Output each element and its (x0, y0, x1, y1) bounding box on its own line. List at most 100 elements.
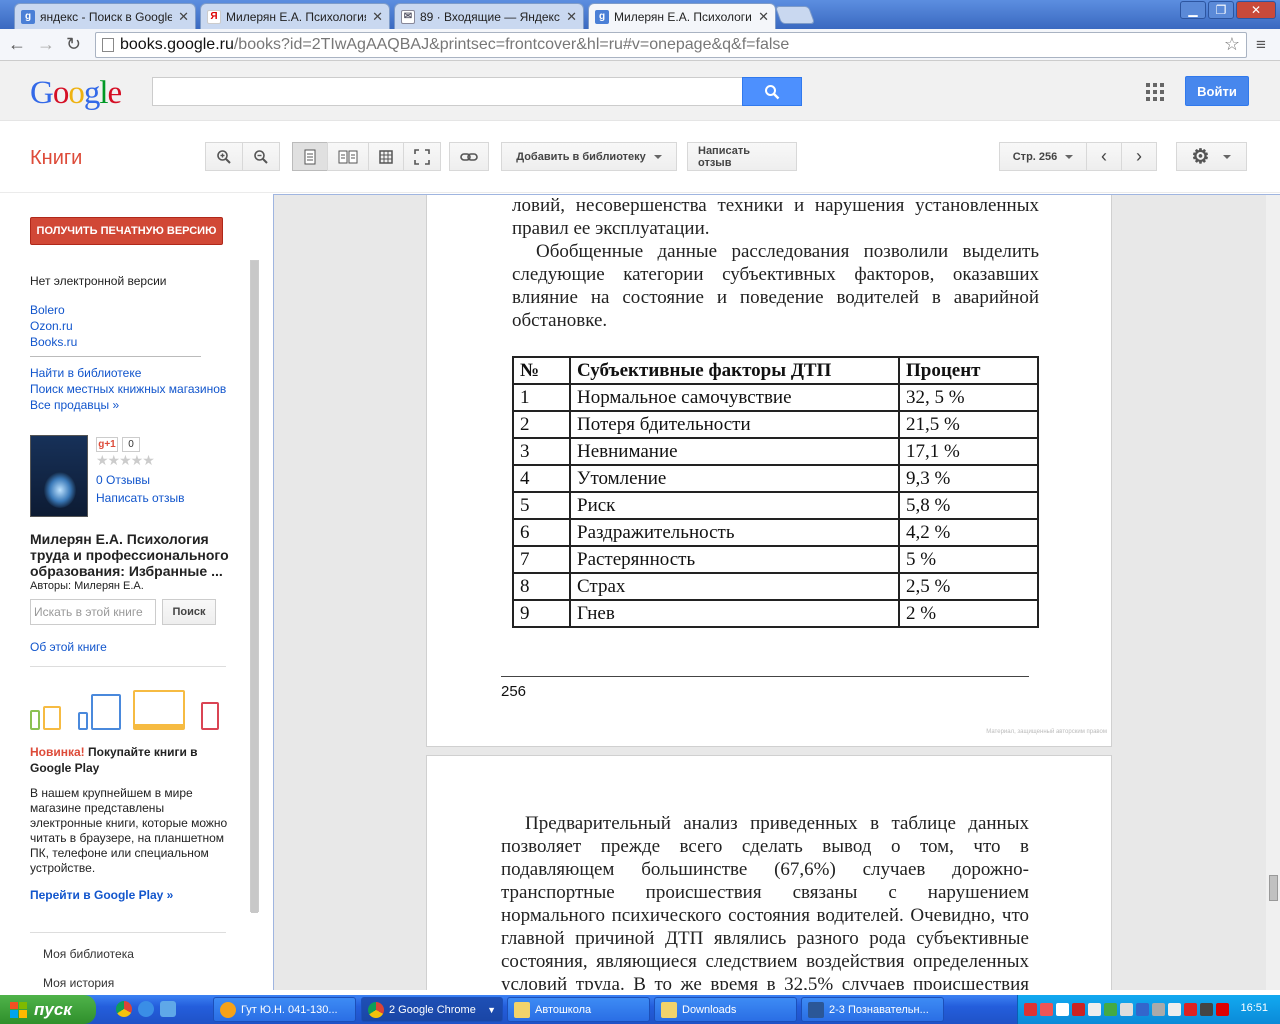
taskbar-item-label: 2 Google Chrome (389, 1003, 476, 1016)
viewer-scrollbar[interactable] (1266, 195, 1280, 990)
start-button[interactable]: пуск (0, 995, 96, 1024)
table-cell: Растерянность (569, 545, 900, 574)
search-in-book-button[interactable]: Поиск (162, 599, 216, 625)
page-footer-rule (501, 676, 1029, 677)
seller-link-bolero[interactable]: Bolero (30, 303, 65, 317)
volume-icon[interactable] (1152, 1003, 1165, 1016)
new-tab-button[interactable] (774, 6, 816, 24)
tray-icon[interactable] (1024, 1003, 1037, 1016)
scrollbar-thumb[interactable] (1269, 875, 1278, 901)
go-to-google-play-link[interactable]: Перейти в Google Play » (30, 888, 173, 902)
gear-icon: ⚙ (1191, 146, 1210, 168)
tray-icon[interactable] (1200, 1003, 1213, 1016)
taskbar-item-label: Автошкола (535, 1003, 592, 1016)
google-logo[interactable]: Google (30, 75, 122, 112)
next-page-button[interactable]: › (1121, 142, 1157, 171)
internet-explorer-icon[interactable] (138, 1001, 154, 1017)
tray-icon[interactable] (1216, 1003, 1229, 1016)
book-title: Милерян Е.А. Психология труда и професси… (30, 531, 229, 579)
find-in-library-link[interactable]: Найти в библиотеке (30, 366, 141, 380)
close-icon[interactable]: ✕ (372, 9, 383, 25)
single-page-view-button[interactable] (292, 142, 328, 171)
table-cell: 7 (512, 545, 571, 574)
google-play-devices (30, 684, 222, 730)
apps-grid-icon[interactable] (1146, 83, 1164, 101)
my-history-link[interactable]: Моя история (43, 976, 114, 990)
page-select-dropdown[interactable]: Стр. 256 (999, 142, 1087, 171)
table-row: 2 Потеря бдительности 21,5 % (512, 410, 1039, 439)
my-library-link[interactable]: Моя библиотека (43, 947, 134, 961)
thumbnail-view-button[interactable] (368, 142, 404, 171)
about-book-link[interactable]: Об этой книге (30, 640, 107, 654)
add-to-library-button[interactable]: Добавить в библиотеку (501, 142, 677, 171)
tab-yandex-mail[interactable]: ✉ 89 · Входящие — Яндекс.П ✕ (394, 3, 584, 29)
restore-button[interactable]: ❐ (1208, 1, 1234, 19)
antivirus-icon[interactable] (1072, 1003, 1085, 1016)
close-icon[interactable]: ✕ (566, 9, 577, 25)
tab-title: Милерян Е.А. Психология т (614, 9, 753, 24)
taskbar-item-chrome[interactable]: 2 Google Chrome ▼ (361, 997, 503, 1022)
tray-icon[interactable] (1184, 1003, 1197, 1016)
desktop-icon[interactable] (160, 1001, 176, 1017)
new-label: Новинка! (30, 745, 85, 759)
tray-icon[interactable] (1104, 1003, 1117, 1016)
taskbar-item[interactable]: Downloads (654, 997, 797, 1022)
close-window-button[interactable]: ✕ (1236, 1, 1276, 19)
tray-icon[interactable] (1120, 1003, 1133, 1016)
chrome-icon[interactable] (116, 1001, 132, 1017)
forward-arrow-icon[interactable]: → (37, 34, 55, 55)
table-cell: 6 (512, 518, 571, 547)
table-row: 4 Утомление 9,3 % (512, 464, 1039, 493)
link-button[interactable] (449, 142, 489, 171)
fullscreen-button[interactable] (403, 142, 441, 171)
tray-icon[interactable] (1040, 1003, 1053, 1016)
seller-link-ozon[interactable]: Ozon.ru (30, 319, 73, 333)
reviews-count-link[interactable]: 0 Отзывы (96, 473, 150, 487)
sign-in-button[interactable]: Войти (1185, 76, 1249, 106)
get-print-version-button[interactable]: ПОЛУЧИТЬ ПЕЧАТНУЮ ВЕРСИЮ (30, 217, 223, 245)
sidebar-scrollbar[interactable] (250, 260, 259, 913)
tab-yandex-search[interactable]: g яндекс - Поиск в Google ✕ (14, 3, 196, 29)
gplus-count: 0 (122, 437, 140, 452)
table-cell: 21,5 % (898, 410, 1039, 439)
table-cell: 8 (512, 572, 571, 601)
settings-button[interactable]: ⚙ (1176, 142, 1247, 171)
seller-link-books[interactable]: Books.ru (30, 335, 77, 349)
gplus-button[interactable]: g+1 (96, 437, 118, 452)
zoom-out-button[interactable] (242, 142, 280, 171)
taskbar-item[interactable]: Автошкола (507, 997, 650, 1022)
network-icon[interactable] (1168, 1003, 1181, 1016)
two-page-view-button[interactable] (327, 142, 369, 171)
book-cover[interactable] (30, 435, 88, 517)
tab-mileryan-yandex[interactable]: Я Милерян Е.А. Психология т ✕ (200, 3, 390, 29)
tray-icon[interactable] (1136, 1003, 1149, 1016)
taskbar-item[interactable]: Гут Ю.Н. 041-130... (213, 997, 356, 1022)
reload-icon[interactable]: ↻ (66, 34, 81, 55)
book-viewer[interactable]: ловий, несовершенства техники и нарушени… (273, 194, 1280, 990)
bookmark-star-icon[interactable]: ☆ (1224, 34, 1240, 55)
back-arrow-icon[interactable]: ← (8, 34, 26, 55)
table-cell: 32, 5 % (898, 383, 1039, 412)
search-in-book-input[interactable]: Искать в этой книге (30, 599, 156, 625)
book-authors: Авторы: Милерян Е.А. (30, 580, 144, 592)
google-search-input[interactable] (152, 77, 743, 106)
address-bar[interactable]: books.google.ru/books?id=2TIwAgAAQBAJ&pr… (95, 32, 1247, 58)
chrome-icon (368, 1001, 384, 1018)
books-section-title[interactable]: Книги (30, 147, 82, 170)
chrome-menu-icon[interactable]: ≡ (1256, 35, 1266, 55)
tray-icon[interactable] (1088, 1003, 1101, 1016)
taskbar-item[interactable]: 2-3 Познавательн... (801, 997, 944, 1022)
zoom-in-button[interactable] (205, 142, 243, 171)
close-icon[interactable]: ✕ (178, 9, 189, 25)
local-stores-link[interactable]: Поиск местных книжных магазинов (30, 382, 226, 396)
tray-icon[interactable] (1056, 1003, 1069, 1016)
all-sellers-link[interactable]: Все продавцы » (30, 398, 119, 412)
minimize-button[interactable]: ▁ (1180, 1, 1206, 19)
write-review-link[interactable]: Написать отзыв (96, 491, 184, 505)
close-icon[interactable]: ✕ (758, 9, 769, 25)
tab-mileryan-books[interactable]: g Милерян Е.А. Психология т ✕ (588, 3, 776, 29)
write-review-button[interactable]: Написать отзыв (687, 142, 797, 171)
start-label: пуск (34, 999, 72, 1019)
prev-page-button[interactable]: ‹ (1086, 142, 1122, 171)
google-search-button[interactable] (742, 77, 802, 106)
